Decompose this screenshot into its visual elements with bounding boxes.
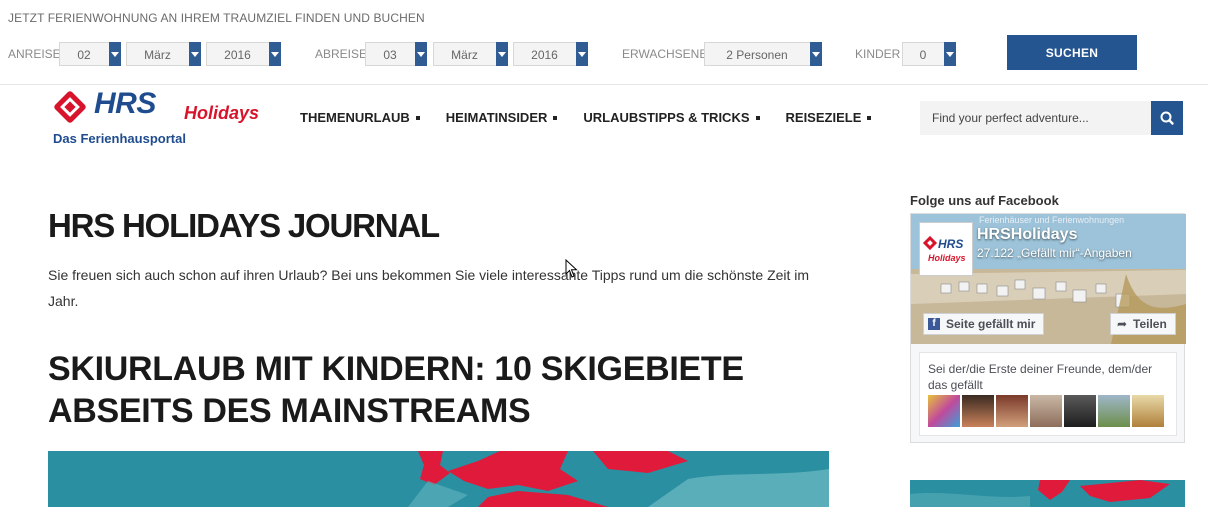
facebook-cover-image[interactable]: Ferienhäuser und Ferienwohnungen HRS Hol… bbox=[911, 214, 1186, 344]
hrs-logo-icon bbox=[54, 91, 86, 123]
dropdown-square-icon bbox=[755, 115, 760, 120]
facebook-friends-text: Sei der/die Erste deiner Freunde, dem/de… bbox=[928, 362, 1153, 392]
facebook-icon: f bbox=[928, 318, 940, 330]
facebook-page-avatar[interactable]: HRS Holidays bbox=[919, 222, 973, 276]
arrival-label: ANREISE bbox=[8, 47, 61, 61]
logo-hrs-text: HRS bbox=[94, 87, 156, 120]
nav-item-urlaubstipps[interactable]: URLAUBSTIPPS & TRICKS bbox=[583, 110, 760, 125]
fan-avatar[interactable] bbox=[1098, 395, 1130, 427]
facebook-page-name[interactable]: HRSHolidays bbox=[977, 226, 1077, 244]
facebook-widget: Ferienhäuser und Ferienwohnungen HRS Hol… bbox=[910, 213, 1186, 443]
nav-label: URLAUBSTIPPS & TRICKS bbox=[583, 110, 750, 125]
site-search-button[interactable] bbox=[1151, 101, 1183, 135]
site-search bbox=[920, 101, 1183, 135]
adults-value: 2 Personen bbox=[726, 48, 788, 62]
nav-label: HEIMATINSIDER bbox=[445, 110, 548, 125]
arrival-year-select[interactable]: 2016 bbox=[206, 42, 281, 66]
dropdown-square-icon bbox=[553, 115, 558, 120]
departure-month-select[interactable]: März bbox=[433, 42, 508, 66]
booking-title: JETZT FERIENWOHNUNG AN IHREM TRAUMZIEL F… bbox=[8, 11, 425, 25]
fan-avatar[interactable] bbox=[996, 395, 1028, 427]
chevron-down-icon bbox=[269, 42, 281, 66]
departure-label: ABREISE bbox=[315, 47, 368, 61]
departure-year-select[interactable]: 2016 bbox=[513, 42, 588, 66]
fan-avatar[interactable] bbox=[1030, 395, 1062, 427]
nav-label: THEMENURLAUB bbox=[300, 110, 410, 125]
chevron-down-icon bbox=[944, 42, 956, 66]
adults-select[interactable]: 2 Personen bbox=[704, 42, 822, 66]
mouse-cursor-icon bbox=[565, 259, 578, 278]
facebook-tagline: Ferienhäuser und Ferienwohnungen bbox=[979, 215, 1125, 225]
chevron-down-icon bbox=[496, 42, 508, 66]
fan-avatar[interactable] bbox=[928, 395, 960, 427]
arrival-month-select[interactable]: März bbox=[126, 42, 201, 66]
article-title[interactable]: SKIURLAUB MIT KINDERN: 10 SKIGEBIETE ABS… bbox=[48, 348, 838, 432]
nav-label: REISEZIELE bbox=[785, 110, 862, 125]
hrs-logo-icon: HRS Holidays bbox=[922, 235, 966, 263]
nav-item-reiseziele[interactable]: REISEZIELE bbox=[786, 110, 872, 125]
dropdown-square-icon bbox=[415, 115, 420, 120]
svg-text:HRS: HRS bbox=[938, 237, 963, 251]
booking-bar: JETZT FERIENWOHNUNG AN IHREM TRAUMZIEL F… bbox=[0, 0, 1208, 85]
fan-avatar[interactable] bbox=[1132, 395, 1164, 427]
dropdown-square-icon bbox=[867, 115, 872, 120]
facebook-fan-faces bbox=[928, 395, 1166, 427]
hrs-holidays-logo[interactable]: HRS Holidays Das Ferienhausportal bbox=[52, 87, 277, 149]
article-hero-image[interactable] bbox=[48, 451, 829, 507]
journal-intro: Sie freuen sich auch schon auf ihren Url… bbox=[48, 267, 810, 309]
nav-item-themenurlaub[interactable]: THEMENURLAUB bbox=[300, 110, 420, 125]
chevron-down-icon bbox=[109, 42, 121, 66]
logo-subtitle: Das Ferienhausportal bbox=[53, 131, 186, 146]
facebook-share-button[interactable]: ➦ Teilen bbox=[1110, 313, 1176, 335]
main-nav: THEMENURLAUB HEIMATINSIDER URLAUBSTIPPS … bbox=[300, 110, 897, 125]
chevron-down-icon bbox=[415, 42, 427, 66]
children-label: KINDER bbox=[855, 47, 901, 61]
departure-day-select[interactable]: 03 bbox=[365, 42, 427, 66]
europe-map-image bbox=[48, 451, 829, 507]
arrival-year-value: 2016 bbox=[224, 48, 251, 62]
europe-map-image bbox=[910, 480, 1185, 507]
children-value: 0 bbox=[919, 48, 927, 62]
search-icon bbox=[1160, 111, 1174, 125]
facebook-likes-count: 27.122 „Gefällt mir“-Angaben bbox=[977, 246, 1132, 260]
arrival-month-value: März bbox=[144, 48, 171, 62]
fan-avatar[interactable] bbox=[962, 395, 994, 427]
arrival-day-value: 02 bbox=[77, 48, 91, 62]
facebook-friends-panel: Sei der/die Erste deiner Freunde, dem/de… bbox=[919, 352, 1177, 436]
chevron-down-icon bbox=[810, 42, 822, 66]
logo-holidays-text: Holidays bbox=[184, 103, 260, 123]
facebook-like-button[interactable]: f Seite gefällt mir bbox=[923, 313, 1045, 335]
adults-label: ERWACHSENE bbox=[622, 47, 708, 61]
facebook-heading: Folge uns auf Facebook bbox=[910, 193, 1059, 208]
children-select[interactable]: 0 bbox=[902, 42, 956, 66]
site-search-input[interactable] bbox=[920, 101, 1151, 135]
arrival-day-select[interactable]: 02 bbox=[59, 42, 121, 66]
facebook-like-label: Seite gefällt mir bbox=[946, 317, 1036, 331]
chevron-down-icon bbox=[576, 42, 588, 66]
chevron-down-icon bbox=[189, 42, 201, 66]
svg-text:Holidays: Holidays bbox=[928, 253, 966, 263]
facebook-share-label: Teilen bbox=[1133, 317, 1167, 331]
departure-month-value: März bbox=[451, 48, 478, 62]
departure-day-value: 03 bbox=[383, 48, 397, 62]
fan-avatar[interactable] bbox=[1064, 395, 1096, 427]
journal-title: HRS HOLIDAYS JOURNAL bbox=[48, 207, 440, 244]
sidebar-teaser-image[interactable] bbox=[910, 480, 1185, 507]
share-arrow-icon: ➦ bbox=[1117, 317, 1128, 331]
nav-item-heimatinsider[interactable]: HEIMATINSIDER bbox=[446, 110, 558, 125]
departure-year-value: 2016 bbox=[531, 48, 558, 62]
booking-search-button[interactable]: SUCHEN bbox=[1007, 35, 1137, 70]
